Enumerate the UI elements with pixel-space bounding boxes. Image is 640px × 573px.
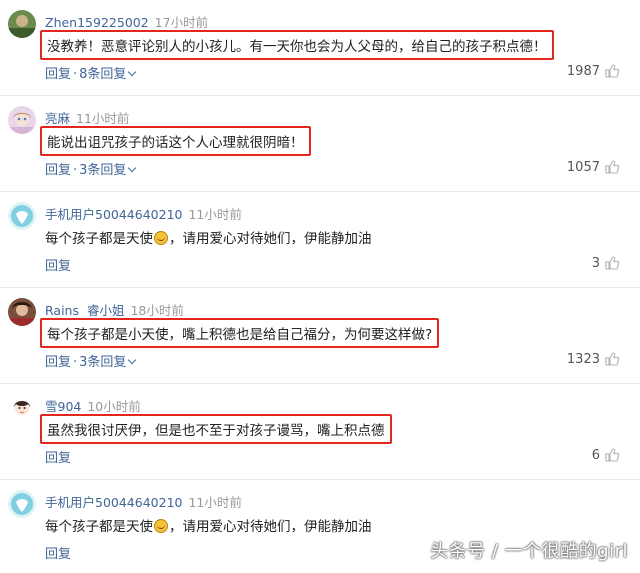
avatar-landscape-icon	[8, 10, 36, 38]
timestamp: 17小时前	[154, 15, 209, 30]
comment-actions: 回复 · 3条回复	[45, 351, 137, 370]
comment-meta: Rains 睿小姐 18小时前	[45, 300, 184, 319]
comment-meta: Zhen159225002 17小时前	[45, 12, 208, 31]
comment-text: 每个孩子都是小天使，嘴上积德也是给自己福分，为何要这样做?	[40, 318, 440, 348]
timestamp: 11小时前	[188, 495, 242, 510]
watermark: 头条号 / 一个很酷的girl	[430, 541, 628, 562]
thumbs-up-icon[interactable]	[604, 255, 620, 271]
view-replies-button[interactable]: 3条回复	[79, 355, 137, 370]
like-count: 3	[591, 255, 600, 271]
comment-text: 没教养！恶意评论别人的小孩儿。有一天你也会为人父母的，给自己的孩子积点德！	[40, 30, 554, 60]
like-control[interactable]: 1987	[567, 63, 620, 79]
avatar[interactable]	[8, 490, 36, 518]
reply-button[interactable]: 回复	[45, 547, 71, 562]
like-control[interactable]: 3	[592, 255, 620, 271]
chevron-down-icon	[128, 355, 137, 365]
comment-item: 亮麻 11小时前 能说出诅咒孩子的话这个人心理就很阴暗！ 回复 · 3条回复 105…	[0, 96, 640, 192]
reply-button[interactable]: 回复	[45, 67, 71, 82]
avatar[interactable]	[8, 298, 36, 326]
reply-button[interactable]: 回复	[45, 163, 71, 178]
avatar-girl-icon	[8, 106, 36, 134]
username-link[interactable]: 手机用户50044640210	[45, 495, 182, 510]
default-avatar-icon	[8, 490, 36, 518]
default-avatar-icon	[8, 202, 36, 230]
timestamp: 18小时前	[130, 303, 184, 318]
comment-item: Rains 睿小姐 18小时前 每个孩子都是小天使，嘴上积德也是给自己福分，为何…	[0, 288, 640, 384]
chevron-down-icon	[128, 67, 137, 77]
thumbs-up-icon[interactable]	[604, 159, 620, 175]
avatar[interactable]	[8, 202, 36, 230]
comment-text: 每个孩子都是天使 ，请用爱心对待她们，伊能静加油	[45, 231, 372, 247]
thumbs-up-icon[interactable]	[604, 63, 620, 79]
comment-item: 手机用户50044640210 11小时前 每个孩子都是天使 ，请用爱心对待她们，…	[0, 192, 640, 288]
reply-button[interactable]: 回复	[45, 259, 71, 274]
like-count: 6	[591, 447, 600, 463]
thumbs-up-icon[interactable]	[604, 351, 620, 367]
username-link[interactable]: 亮麻	[45, 111, 70, 126]
username-link[interactable]: 雪904	[45, 399, 81, 414]
comment-meta: 手机用户50044640210 11小时前	[45, 204, 242, 223]
chevron-down-icon	[128, 163, 137, 173]
like-count: 1057	[566, 159, 600, 175]
view-replies-button[interactable]: 3条回复	[79, 163, 137, 178]
like-control[interactable]: 6	[592, 447, 620, 463]
timestamp: 11小时前	[76, 111, 130, 126]
timestamp: 10小时前	[87, 399, 141, 414]
avatar-photo-icon	[8, 298, 36, 326]
smile-emoji-icon	[154, 231, 168, 245]
comment-actions: 回复	[45, 255, 71, 274]
avatar[interactable]	[8, 106, 36, 134]
comment-meta: 雪904 10小时前	[45, 396, 141, 415]
like-control[interactable]: 1323	[567, 351, 620, 367]
thumbs-up-icon[interactable]	[604, 447, 620, 463]
user-badge[interactable]: 睿小姐	[87, 303, 125, 318]
comment-actions: 回复	[45, 543, 71, 562]
comment-text: 能说出诅咒孩子的话这个人心理就很阴暗！	[40, 126, 311, 156]
comment-item: Zhen159225002 17小时前 没教养！恶意评论别人的小孩儿。有一天你也…	[0, 0, 640, 96]
username-link[interactable]: Rains	[45, 303, 79, 318]
comment-actions: 回复 · 8条回复	[45, 63, 137, 82]
comment-text: 虽然我很讨厌伊，但是也不至于对孩子谩骂，嘴上积点德	[40, 414, 392, 444]
username-link[interactable]: 手机用户50044640210	[45, 207, 182, 222]
comment-actions: 回复	[45, 447, 71, 466]
timestamp: 11小时前	[188, 207, 242, 222]
comment-actions: 回复 · 3条回复	[45, 159, 137, 178]
comment-item: 雪904 10小时前 虽然我很讨厌伊，但是也不至于对孩子谩骂，嘴上积点德 回复 …	[0, 384, 640, 480]
avatar-cartoon-girl-icon	[8, 394, 36, 422]
like-count: 1323	[566, 351, 600, 367]
like-control[interactable]: 1057	[567, 159, 620, 175]
avatar[interactable]	[8, 10, 36, 38]
like-count: 1987	[566, 63, 600, 79]
view-replies-button[interactable]: 8条回复	[79, 67, 137, 82]
username-link[interactable]: Zhen159225002	[45, 15, 149, 30]
comment-meta: 亮麻 11小时前	[45, 108, 129, 127]
smile-emoji-icon	[154, 519, 168, 533]
reply-button[interactable]: 回复	[45, 355, 71, 370]
avatar[interactable]	[8, 394, 36, 422]
comment-text: 每个孩子都是天使 ，请用爱心对待她们，伊能静加油	[45, 519, 372, 535]
comment-meta: 手机用户50044640210 11小时前	[45, 492, 242, 511]
reply-button[interactable]: 回复	[45, 451, 71, 466]
